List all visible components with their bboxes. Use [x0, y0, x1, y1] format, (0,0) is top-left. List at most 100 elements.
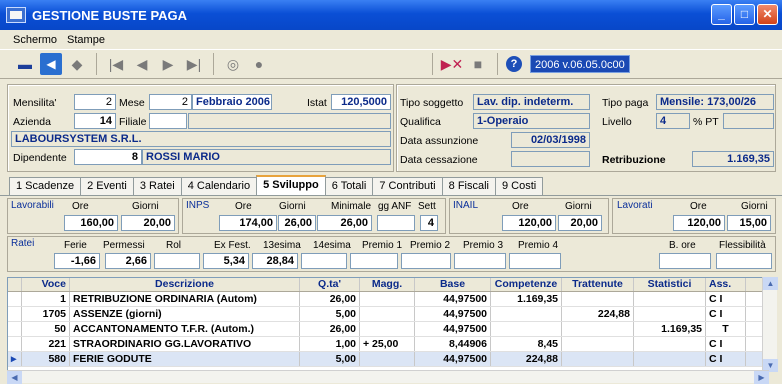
tab-sviluppo[interactable]: 5 Sviluppo: [256, 175, 326, 195]
tredicesima-field[interactable]: 28,84: [252, 253, 298, 269]
table-row[interactable]: 1705 ASSENZE (giorni) 5,00 44,97500 224,…: [8, 307, 768, 322]
retribuzione-label: Retribuzione: [602, 154, 666, 166]
horizontal-scrollbar[interactable]: ◀ ▶: [7, 370, 769, 384]
previous-record-icon[interactable]: ◀: [131, 53, 153, 75]
dipendente-num-field[interactable]: 8: [74, 149, 142, 165]
zoom-icon[interactable]: ●: [248, 53, 270, 75]
help-icon[interactable]: ?: [506, 56, 522, 72]
tab-contributi[interactable]: 7 Contributi: [372, 177, 443, 195]
table-row[interactable]: 50 ACCANTONAMENTO T.F.R. (Autom.) 26,00 …: [8, 322, 768, 337]
column-header-trattenute[interactable]: Trattenute: [562, 278, 634, 291]
lavorati-giorni-field[interactable]: 15,00: [727, 215, 771, 231]
vertical-scrollbar[interactable]: ▲ ▼: [762, 277, 778, 372]
minimize-button[interactable]: _: [711, 4, 732, 25]
inps-minimale-field[interactable]: 26,00: [317, 215, 372, 231]
rol-label: Rol: [166, 240, 182, 251]
inps-ore-label: Ore: [235, 201, 252, 212]
toolbar-separator: [213, 53, 214, 75]
lavorati-ore-field[interactable]: 120,00: [673, 215, 725, 231]
row-indicator: [8, 322, 22, 336]
inps-gganf-field[interactable]: [377, 215, 415, 231]
filiale-field[interactable]: [149, 113, 187, 129]
bore-field[interactable]: [659, 253, 711, 269]
tipo-soggetto-label: Tipo soggetto: [400, 97, 464, 109]
dipendente-name-field: ROSSI MARIO: [142, 149, 391, 165]
close-button[interactable]: ✕: [757, 4, 778, 25]
inail-ore-field[interactable]: 120,00: [502, 215, 556, 231]
tab-ratei[interactable]: 3 Ratei: [132, 177, 182, 195]
column-header-descrizione[interactable]: Descrizione: [70, 278, 300, 291]
tab-fiscali[interactable]: 8 Fiscali: [441, 177, 496, 195]
cell-qta: 1,00: [300, 337, 360, 351]
tab-calendario[interactable]: 4 Calendario: [180, 177, 258, 195]
cell-magg: [360, 307, 415, 321]
quattordicesima-field[interactable]: [301, 253, 347, 269]
stop-icon[interactable]: ■: [467, 53, 489, 75]
table-row[interactable]: 1 RETRIBUZIONE ORDINARIA (Autom) 26,00 4…: [8, 292, 768, 307]
column-header-voce[interactable]: Voce: [22, 278, 70, 291]
tab-scadenze[interactable]: 1 Scadenze: [9, 177, 82, 195]
lavorabili-giorni-label: Giorni: [132, 201, 159, 212]
istat-label: Istat: [307, 97, 327, 109]
inail-group: INAIL Ore Giorni 120,00 20,00: [449, 198, 609, 234]
lavorabili-ore-field[interactable]: 160,00: [64, 215, 118, 231]
inps-giorni-field[interactable]: 26,00: [278, 215, 316, 231]
mese-num-field[interactable]: 2: [149, 94, 192, 110]
lavorabili-giorni-field[interactable]: 20,00: [121, 215, 175, 231]
premio4-field[interactable]: [509, 253, 561, 269]
restore-button[interactable]: □: [734, 4, 755, 25]
azienda-field[interactable]: 14: [74, 113, 116, 129]
istat-field[interactable]: 120,5000: [331, 94, 391, 110]
tab-totali[interactable]: 6 Totali: [324, 177, 374, 195]
cell-magg: [360, 352, 415, 366]
column-header-competenze[interactable]: Competenze: [491, 278, 562, 291]
last-record-icon[interactable]: ▶|: [183, 53, 205, 75]
pt-label: % PT: [693, 116, 719, 128]
edit-icon[interactable]: ◆: [66, 53, 88, 75]
premio4-label: Premio 4: [518, 240, 559, 251]
save-icon[interactable]: ▬: [14, 53, 36, 75]
flessibilita-field[interactable]: [716, 253, 772, 269]
inps-gganf-label: gg ANF: [378, 201, 412, 212]
scroll-right-icon[interactable]: ▶: [754, 371, 769, 384]
first-record-icon[interactable]: |◀: [105, 53, 127, 75]
premio3-field[interactable]: [454, 253, 506, 269]
menu-stampe[interactable]: Stampe: [67, 34, 105, 46]
column-header-base[interactable]: Base: [415, 278, 491, 291]
scroll-left-icon[interactable]: ◀: [7, 371, 22, 384]
title-bar: GESTIONE BUSTE PAGA _ □ ✕: [0, 0, 782, 30]
dipendente-label: Dipendente: [13, 152, 67, 164]
table-row[interactable]: 221 STRAORDINARIO GG.LAVORATIVO 1,00 + 2…: [8, 337, 768, 352]
inail-giorni-field[interactable]: 20,00: [558, 215, 602, 231]
next-record-icon[interactable]: ▶: [157, 53, 179, 75]
azienda-label: Azienda: [13, 116, 51, 128]
inail-giorni-label: Giorni: [565, 201, 592, 212]
premio3-label: Premio 3: [463, 240, 504, 251]
cessazione-label: Data cessazione: [400, 154, 478, 166]
table-row-selected[interactable]: ▸ 580 FERIE GODUTE 5,00 44,97500 224,88 …: [8, 352, 768, 367]
inps-sett-field[interactable]: 4: [420, 215, 438, 231]
cell-statistici: [634, 352, 706, 366]
tab-costi[interactable]: 9 Costi: [494, 177, 544, 195]
column-header-ass[interactable]: Ass.: [706, 278, 746, 291]
menu-schermo[interactable]: Schermo: [13, 34, 57, 46]
ferie-field[interactable]: -1,66: [54, 253, 100, 269]
delete-icon[interactable]: ▶✕: [441, 53, 464, 75]
binoculars-icon[interactable]: ◎: [222, 53, 244, 75]
column-header-magg[interactable]: Magg.: [360, 278, 415, 291]
column-header-statistici[interactable]: Statistici: [634, 278, 706, 291]
mensilita-field[interactable]: 2: [74, 94, 116, 110]
scroll-up-icon[interactable]: ▲: [763, 277, 778, 290]
mensilita-label: Mensilita': [13, 97, 57, 109]
premio1-field[interactable]: [350, 253, 398, 269]
permessi-field[interactable]: 2,66: [105, 253, 151, 269]
rol-field[interactable]: [154, 253, 200, 269]
back-arrow-icon[interactable]: ◀: [40, 53, 62, 75]
tab-bar: 1 Scadenze 2 Eventi 3 Ratei 4 Calendario…: [0, 175, 782, 196]
inps-ore-field[interactable]: 174,00: [219, 215, 277, 231]
tab-eventi[interactable]: 2 Eventi: [80, 177, 134, 195]
premio2-field[interactable]: [401, 253, 451, 269]
exfest-field[interactable]: 5,34: [203, 253, 249, 269]
premio2-label: Premio 2: [410, 240, 451, 251]
column-header-qta[interactable]: Q.ta': [300, 278, 360, 291]
